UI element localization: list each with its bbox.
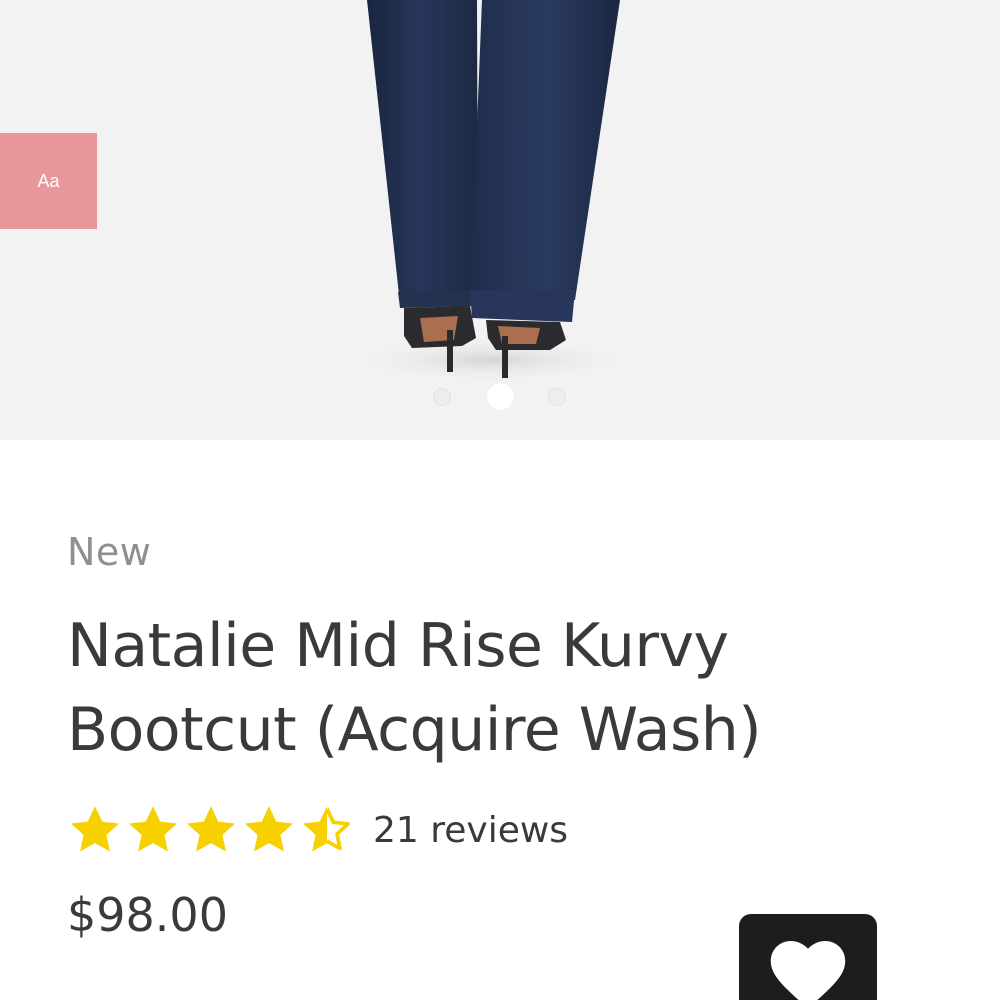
heart-icon <box>770 940 846 1000</box>
product-price: $98.00 <box>67 888 228 942</box>
wishlist-button[interactable] <box>739 914 877 1000</box>
carousel-pagination <box>0 382 1000 410</box>
product-image-carousel[interactable]: Aa <box>0 0 1000 440</box>
font-size-label: Aa <box>37 170 60 191</box>
rating-stars <box>67 802 355 858</box>
product-title: Natalie Mid Rise Kurvy Bootcut (Acquire … <box>67 604 947 772</box>
font-size-button[interactable]: Aa <box>0 133 97 229</box>
star-icon <box>244 806 294 852</box>
carousel-dot[interactable] <box>548 388 566 406</box>
product-title-line-1: Natalie Mid Rise Kurvy <box>67 611 729 681</box>
product-rating[interactable]: 21 reviews <box>67 800 568 860</box>
product-photo <box>0 0 1000 440</box>
carousel-dot[interactable] <box>433 388 451 406</box>
reviews-link[interactable]: 21 reviews <box>373 810 568 851</box>
product-title-line-2: Bootcut (Acquire Wash) <box>67 695 762 765</box>
star-icon <box>70 806 120 852</box>
star-icon <box>186 806 236 852</box>
new-badge: New <box>67 530 152 574</box>
star-icon <box>128 806 178 852</box>
star-half-icon <box>302 806 350 852</box>
carousel-dot-active[interactable] <box>487 383 514 410</box>
